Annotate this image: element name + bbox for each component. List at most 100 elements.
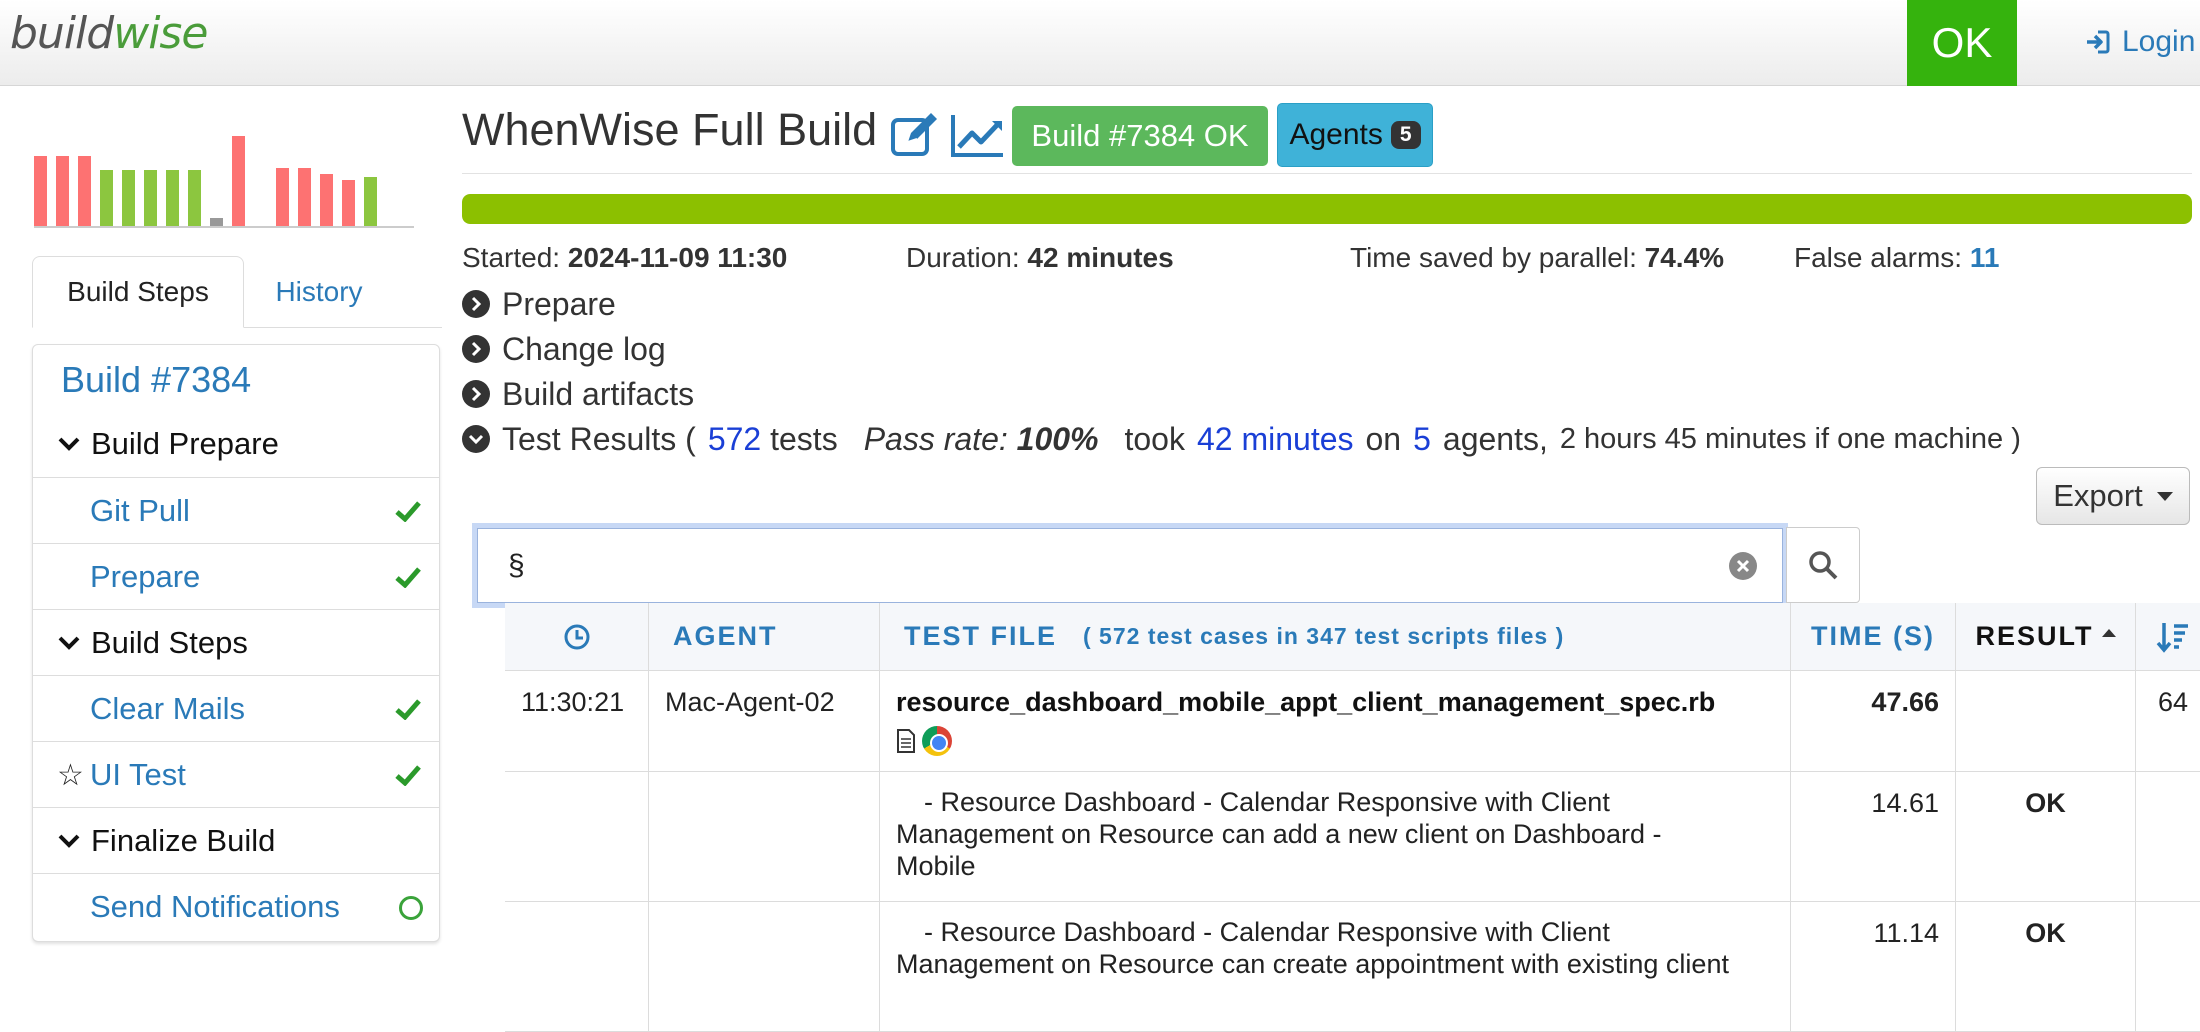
edit-icon[interactable] [890, 112, 940, 158]
chevron-right-circle-icon [462, 335, 490, 363]
search-box [472, 523, 1788, 608]
tests-count-link[interactable]: 572 [708, 421, 761, 457]
step-item-git-pull[interactable]: Git Pull [33, 477, 439, 543]
star-outline-icon[interactable]: ☆ [57, 758, 84, 793]
mini-chart-bar[interactable] [122, 170, 135, 226]
mini-chart-bar[interactable] [166, 170, 179, 226]
step-group-finalize-build[interactable]: Finalize Build [33, 807, 439, 873]
mini-chart-bar[interactable] [320, 174, 333, 226]
build-progress-bar [462, 194, 2192, 224]
export-dropdown-button[interactable]: Export [2036, 467, 2190, 525]
agents-button[interactable]: Agents 5 [1277, 103, 1433, 167]
build-progress-fill [462, 194, 2192, 224]
cell-time [505, 902, 649, 1032]
tab-build-steps[interactable]: Build Steps [32, 256, 244, 328]
step-item-clear-mails[interactable]: Clear Mails [33, 675, 439, 741]
cell-test-case: - Resource Dashboard - Calendar Responsi… [880, 902, 1791, 1032]
step-item-prepare[interactable]: Prepare [33, 543, 439, 609]
mini-chart-bar[interactable] [34, 156, 47, 226]
chevron-down-icon [58, 834, 80, 848]
mini-chart-bar[interactable] [78, 156, 91, 226]
false-alarms-link[interactable]: 11 [1970, 242, 2000, 273]
clear-search-icon[interactable] [1729, 552, 1757, 580]
mini-chart-bar[interactable] [210, 218, 223, 226]
column-header-result[interactable]: RESULT [1956, 603, 2136, 671]
started-value: 2024-11-09 11:30 [567, 242, 788, 273]
mini-chart-baseline [34, 226, 414, 228]
caret-down-icon [2156, 491, 2173, 501]
mini-chart-bar[interactable] [56, 156, 69, 226]
pass-rate-label: Pass rate: [863, 420, 1008, 457]
section-prepare[interactable]: Prepare [462, 284, 616, 324]
section-build-artifacts[interactable]: Build artifacts [462, 374, 694, 414]
duration-info: Duration: 42 minutes [906, 242, 1174, 273]
column-header-agent[interactable]: AGENT [649, 603, 880, 671]
column-header-duration[interactable]: TIME (S) [1791, 603, 1956, 671]
mini-chart-bar[interactable] [232, 136, 245, 226]
agents-count-link[interactable]: 5 [1413, 421, 1431, 458]
column-header-test-file[interactable]: TEST FILE ( 572 test cases in 347 test s… [880, 603, 1791, 671]
clock-icon [564, 624, 589, 649]
cell-extra [2136, 902, 2200, 1032]
step-group-build-steps[interactable]: Build Steps [33, 609, 439, 675]
cell-result [1956, 671, 2136, 772]
panel-build-title[interactable]: Build #7384 [61, 359, 251, 401]
login-link[interactable]: Login [2084, 22, 2195, 62]
check-icon [395, 567, 421, 588]
step-item-label: Clear Mails [90, 690, 246, 726]
step-item-send-notifications[interactable]: Send Notifications [33, 873, 439, 939]
cell-duration: 47.66 [1791, 671, 1956, 772]
document-icon[interactable] [896, 728, 916, 754]
sort-amount-icon [2156, 622, 2188, 653]
sign-in-icon [2087, 30, 2110, 54]
column-header-sort[interactable] [2136, 603, 2200, 671]
column-header-time[interactable] [505, 603, 649, 671]
pass-rate-value: 100% [1016, 420, 1099, 457]
tab-history[interactable]: History [244, 256, 394, 328]
section-test-results[interactable]: Test Results ( 572 tests Pass rate: 100%… [462, 419, 2021, 459]
sort-asc-icon [2101, 628, 2116, 637]
test-search-input[interactable] [477, 528, 1783, 603]
test-file-name[interactable]: resource_dashboard_mobile_appt_client_ma… [896, 687, 1774, 718]
step-group-build-prepare[interactable]: Build Prepare [33, 411, 439, 477]
buildwise-logo[interactable]: buildwise [10, 8, 208, 59]
chevron-right-circle-icon [462, 290, 490, 318]
cell-result: OK [1956, 902, 2136, 1032]
started-info: Started: 2024-11-09 11:30 [462, 242, 788, 273]
took-duration-link[interactable]: 42 minutes [1197, 421, 1354, 458]
one-machine-estimate: 2 hours 45 minutes if one machine ) [1559, 422, 2021, 455]
cell-duration: 11.14 [1791, 902, 1956, 1032]
line-chart-icon[interactable] [950, 112, 1006, 158]
mini-chart-bar[interactable] [342, 180, 355, 226]
cell-test-case: - Resource Dashboard - Calendar Responsi… [880, 772, 1791, 902]
step-group-label: Finalize Build [91, 822, 276, 858]
cell-extra [2136, 772, 2200, 902]
time-saved-value: 74.4% [1644, 242, 1725, 273]
mini-chart-bar[interactable] [298, 168, 311, 226]
cell-agent [649, 902, 880, 1032]
cell-extra: 64 [2136, 671, 2200, 772]
cell-time: 11:30:21 [505, 671, 649, 772]
step-group-label: Build Steps [91, 624, 248, 660]
mini-chart-bar[interactable] [364, 177, 377, 226]
cell-test-file: resource_dashboard_mobile_appt_client_ma… [880, 671, 1791, 772]
section-change-log[interactable]: Change log [462, 329, 666, 369]
mini-chart-bar[interactable] [188, 170, 201, 226]
pending-circle-icon [399, 896, 423, 920]
top-navbar: buildwise OK Login [0, 0, 2200, 86]
section-label: Change log [502, 330, 666, 367]
cell-duration: 14.61 [1791, 772, 1956, 902]
header-divider [462, 173, 2192, 174]
mini-chart-bar[interactable] [276, 168, 289, 226]
false-alarms-info: False alarms: 11 [1794, 242, 2000, 273]
duration-value: 42 minutes [1027, 242, 1174, 273]
export-label: Export [2053, 478, 2143, 513]
step-item-label: UI Test [90, 756, 186, 792]
search-button[interactable] [1786, 527, 1860, 603]
step-item-ui-test[interactable]: ☆ UI Test [33, 741, 439, 807]
mini-chart-bar[interactable] [100, 170, 113, 226]
mini-chart-bar[interactable] [144, 170, 157, 226]
build-steps-panel: Build #7384 Build Prepare Git Pull Prepa… [32, 344, 440, 942]
login-label: Login [2122, 25, 2196, 58]
section-label: Build artifacts [502, 375, 695, 412]
